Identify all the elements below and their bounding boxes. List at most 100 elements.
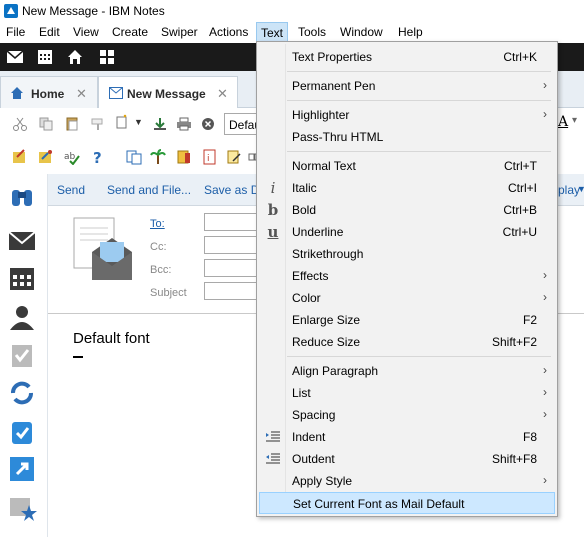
open-list-icon[interactable] [7, 454, 37, 484]
menu-item-align-paragraph[interactable]: Align Paragraph › [259, 360, 555, 382]
menu-window[interactable]: Window [340, 25, 383, 39]
menu-item-italic[interactable]: i Italic Ctrl+I [259, 177, 555, 199]
stop-icon[interactable] [200, 116, 216, 132]
submenu-arrow-icon: › [543, 290, 547, 304]
left-sidebar [0, 174, 48, 537]
menu-file[interactable]: File [6, 25, 25, 39]
home-icon[interactable] [64, 47, 86, 67]
tab-new-message[interactable]: New Message ✕ [98, 76, 238, 108]
pdf-document-icon[interactable]: i [202, 149, 218, 165]
chevron-down-icon[interactable]: ▾ [572, 115, 577, 126]
new-document-icon[interactable] [114, 114, 130, 130]
menu-item-label: Reduce Size [292, 335, 361, 349]
menu-text[interactable]: Text [256, 22, 289, 42]
menu-item-underline[interactable]: u Underline Ctrl+U [259, 221, 555, 243]
menu-swiper[interactable]: Swiper [161, 25, 198, 39]
paste-icon[interactable] [64, 116, 80, 132]
bcc-field[interactable] [204, 259, 264, 277]
activities-icon[interactable] [7, 416, 37, 446]
notepad-icon[interactable] [226, 149, 242, 165]
replication-icon[interactable] [7, 378, 37, 408]
menu-item-shortcut: Ctrl+B [503, 203, 537, 217]
calendar-icon[interactable] [34, 47, 56, 67]
menu-item-pass-thru-html[interactable]: Pass-Thru HTML [259, 126, 555, 148]
menu-item-highlighter[interactable]: Highlighter › [259, 104, 555, 126]
copy-icon[interactable] [38, 116, 54, 132]
menu-actions[interactable]: Actions [209, 25, 248, 39]
print-icon[interactable] [176, 116, 192, 132]
binoculars-icon[interactable] [7, 182, 37, 212]
mail-icon[interactable] [4, 47, 26, 67]
menu-item-shortcut: F8 [522, 430, 537, 444]
tab-home[interactable]: Home ✕ [0, 76, 98, 108]
menu-separator [287, 151, 551, 152]
menu-item-label: Align Paragraph [292, 364, 379, 378]
menu-item-permanent-pen[interactable]: Permanent Pen › [259, 75, 555, 97]
favorites-folder-icon[interactable] [7, 492, 37, 522]
save-as-draft-button[interactable]: Save as D [204, 183, 259, 197]
edit-mark-icon[interactable] [38, 149, 54, 165]
menu-item-indent[interactable]: Indent F8 [259, 426, 555, 448]
menu-item-label: Strikethrough [292, 247, 364, 261]
menu-item-apply-style[interactable]: Apply Style › [259, 470, 555, 492]
menu-separator [287, 71, 551, 72]
attachment-icon[interactable] [176, 149, 192, 165]
chevron-down-icon[interactable]: ▼ [577, 184, 584, 194]
menu-item-enlarge-size[interactable]: Enlarge Size F2 [259, 309, 555, 331]
send-button[interactable]: Send [57, 183, 85, 197]
body-text[interactable]: Default font [73, 330, 150, 347]
chevron-down-icon[interactable]: ▼ [134, 117, 143, 127]
menu-item-list[interactable]: List › [259, 382, 555, 404]
download-icon[interactable] [152, 116, 168, 132]
to-field[interactable] [204, 213, 264, 231]
close-icon[interactable]: ✕ [217, 86, 228, 102]
menu-item-reduce-size[interactable]: Reduce Size Shift+F2 [259, 331, 555, 353]
menu-create[interactable]: Create [112, 25, 148, 39]
calendar-icon[interactable] [7, 264, 37, 294]
subject-field[interactable] [204, 282, 264, 300]
close-icon[interactable]: ✕ [76, 86, 87, 102]
menu-view[interactable]: View [73, 25, 99, 39]
menu-help[interactable]: Help [398, 25, 423, 39]
menu-item-text-properties[interactable]: Text Properties Ctrl+K [259, 46, 555, 68]
menu-tools[interactable]: Tools [298, 25, 326, 39]
mail-icon[interactable] [7, 226, 37, 256]
outdent-icon [266, 453, 280, 464]
menu-item-outdent[interactable]: Outdent Shift+F8 [259, 448, 555, 470]
cut-icon[interactable] [12, 116, 28, 132]
menu-item-label: Permanent Pen [292, 79, 376, 93]
menu-item-label: Indent [292, 430, 326, 444]
menu-item-label: Pass-Thru HTML [292, 130, 384, 144]
check-spelling-icon[interactable]: ab [64, 149, 80, 165]
menu-edit[interactable]: Edit [39, 25, 60, 39]
menu-item-color[interactable]: Color › [259, 287, 555, 309]
help-icon[interactable]: ? [90, 149, 106, 165]
menu-item-label: Spacing [292, 408, 336, 422]
mark-icon[interactable] [12, 149, 28, 165]
to-do-icon[interactable] [7, 340, 37, 370]
palm-tree-icon[interactable] [150, 149, 166, 165]
menu-item-label: Underline [292, 225, 344, 239]
workspace-icon[interactable] [96, 47, 118, 67]
menu-item-bold[interactable]: b Bold Ctrl+B [259, 199, 555, 221]
menu-item-spacing[interactable]: Spacing › [259, 404, 555, 426]
menu-item-set-current-font-as-mail-default[interactable]: Set Current Font as Mail Default [259, 492, 555, 514]
send-and-file-button[interactable]: Send and File... [107, 183, 191, 197]
menu-item-shortcut: Ctrl+I [507, 181, 537, 195]
menu-item-normal-text[interactable]: Normal Text Ctrl+T [259, 155, 555, 177]
format-painter-icon[interactable] [90, 116, 106, 132]
svg-text:?: ? [93, 149, 102, 165]
menu-item-strikethrough[interactable]: Strikethrough [259, 243, 555, 265]
to-label[interactable]: To: [150, 218, 165, 230]
submenu-arrow-icon: › [543, 473, 547, 487]
submenu-arrow-icon: › [543, 268, 547, 282]
italic-icon: i [270, 179, 276, 197]
contacts-icon[interactable] [7, 302, 37, 332]
cc-field[interactable] [204, 236, 264, 254]
font-name-field[interactable]: Defau [224, 113, 261, 135]
preview-icon[interactable] [126, 149, 142, 165]
text-color-icon[interactable]: A [558, 114, 568, 130]
underline-icon: u [267, 223, 279, 241]
menu-item-effects[interactable]: Effects › [259, 265, 555, 287]
menu-separator [287, 356, 551, 357]
